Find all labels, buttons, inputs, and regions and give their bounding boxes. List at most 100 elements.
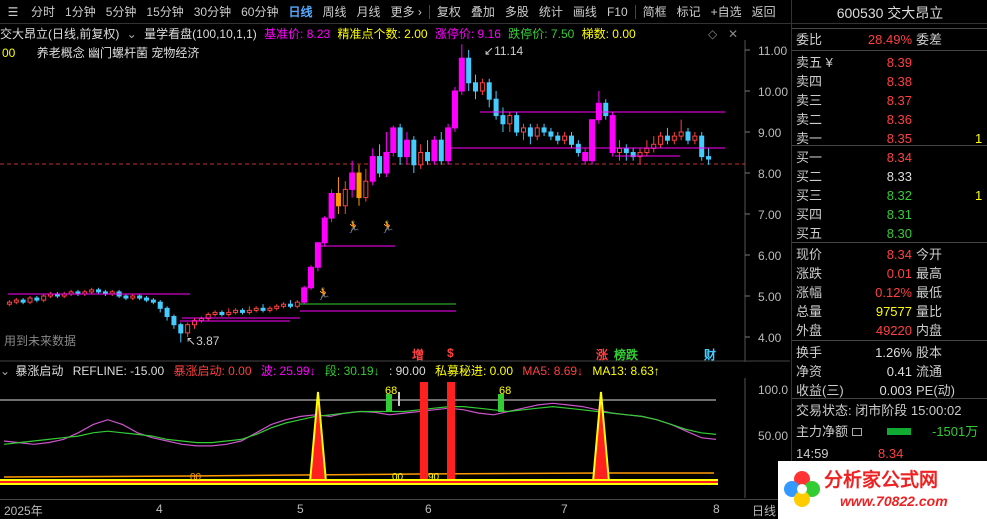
candle [260, 304, 266, 313]
quote-label: 买三 [796, 188, 823, 203]
candle [377, 144, 383, 178]
quote-extra: 1 [975, 188, 983, 203]
event-marker[interactable]: 榜跌 [614, 346, 638, 363]
stat-row: 现价 8.34 今开 [792, 245, 987, 264]
quote-panel: 600530 交大昂立 委比 28.49% 委差 卖五 ¥8.39 卖四 8.38 卖… [791, 0, 987, 519]
candle [479, 78, 485, 96]
quote-row: 买三 8.32 1 [792, 186, 987, 205]
stat-row: 换手 1.26% 股本 [792, 343, 987, 362]
stat-row: 涨跌 0.01 最高 [792, 264, 987, 283]
runner-icon: 🏃 [380, 220, 395, 234]
quote-label: 卖四 [796, 74, 823, 89]
doc-icon[interactable] [852, 428, 862, 436]
candle [6, 300, 12, 307]
diamond-icon[interactable]: ◇ [708, 27, 717, 41]
kline-chart[interactable]: 11.00 10.00 9.00 8.00 7.00 6.00 5.00 4.00 [0, 40, 790, 362]
candle [75, 289, 81, 296]
candle [226, 308, 232, 317]
quote-row: 买二 8.33 [792, 167, 987, 186]
event-marker[interactable]: 涨 [596, 346, 608, 363]
candle [609, 111, 616, 157]
toolbar-item[interactable]: 分时 [26, 2, 60, 22]
price-tick: 4.00 [758, 331, 782, 345]
toolbar-item[interactable]: 多股 [500, 2, 534, 22]
toolbar-item[interactable]: 5分钟 [101, 2, 142, 22]
candle [212, 310, 218, 317]
price-tick: 7.00 [758, 208, 782, 222]
candle [48, 291, 54, 299]
event-marker[interactable]: 财 [704, 346, 716, 363]
stat-label-2: 流通 [916, 364, 943, 379]
candle [342, 181, 348, 214]
toolbar-item[interactable]: 60分钟 [236, 2, 283, 22]
stat-row: 外盘 49220 内盘 [792, 321, 987, 340]
candle [555, 132, 561, 145]
toolbar-item[interactable]: 日线 [283, 2, 317, 22]
toolbar-item[interactable]: 30分钟 [189, 2, 236, 22]
date-tick: 6 [425, 502, 432, 516]
toolbar-item[interactable]: 月线 [352, 2, 386, 22]
date-tick: 4 [156, 502, 163, 516]
webi-value: 28.49% [867, 32, 912, 47]
toolbar-item[interactable]: 标记 [672, 2, 706, 22]
period-mode[interactable]: 日线 [752, 502, 776, 519]
candle [603, 99, 609, 120]
toolbar-item[interactable]: 复权 [432, 2, 466, 22]
quote-price: 8.32 [886, 188, 912, 203]
ladder-count: 梯数: 0.00 [581, 27, 636, 41]
candle [616, 140, 622, 161]
event-marker[interactable]: $ [447, 346, 454, 360]
segment-value: 段: 30.19↓ [324, 364, 380, 378]
quote-price: 8.34 [886, 150, 912, 165]
indicator-name[interactable]: 量学看盘(100,10,1,1) [144, 27, 257, 41]
candle [34, 296, 40, 303]
stock-code: 600530 [836, 5, 884, 21]
toolbar-item[interactable]: 15分钟 [141, 2, 188, 22]
candle [630, 148, 636, 161]
candle [425, 140, 431, 165]
candle [191, 318, 197, 329]
candle [507, 111, 513, 132]
toolbar-item[interactable]: 统计 [534, 2, 568, 22]
indicator-settings-icon[interactable]: ⌄ [0, 364, 10, 378]
candle [253, 306, 259, 313]
candle [144, 296, 150, 303]
runner-icon: 🏃 [316, 287, 331, 301]
quote-label: 卖二 [796, 112, 823, 127]
candle [198, 316, 204, 323]
candle [397, 123, 403, 165]
stock-header: 600530 交大昂立 [792, 4, 987, 23]
toolbar-item[interactable]: 画线 [568, 2, 602, 22]
indicator-chart[interactable]: 100.0 50.00 68 68 00 00 90 [0, 378, 790, 498]
toolbar-item[interactable]: +自选 [706, 2, 747, 22]
date-tick: 8 [713, 502, 720, 516]
toolbar-item[interactable]: 简框 [638, 2, 672, 22]
watermark-url: www.70822.com [840, 493, 948, 509]
private-value: 私募秘进: 0.00 [435, 364, 514, 378]
boom-spike [591, 391, 611, 483]
candle [41, 293, 47, 303]
toolbar-item[interactable]: 1分钟 [60, 2, 101, 22]
candle [692, 132, 698, 145]
blank-value: : 90.00 [388, 364, 426, 378]
event-marker[interactable]: 增 [412, 346, 424, 363]
close-icon[interactable]: ✕ [728, 27, 738, 41]
toolbar-item[interactable]: 叠加 [466, 2, 500, 22]
candle [233, 308, 239, 315]
indicator-title[interactable]: 暴涨启动 [15, 364, 63, 378]
toolbar-item[interactable]: 周线 [317, 2, 351, 22]
candle [582, 148, 589, 165]
price-tick: 6.00 [758, 249, 782, 263]
toolbar-item[interactable]: 更多 › [386, 2, 427, 22]
indicator-settings-icon[interactable]: ⌄ [127, 27, 137, 41]
candle [390, 125, 397, 157]
candle [466, 50, 472, 91]
candle [54, 291, 60, 299]
stat-label-2: 股本 [916, 345, 943, 360]
toolbar-item[interactable]: F10 [602, 2, 633, 22]
toolbar-item[interactable]: 返回 [747, 2, 781, 22]
candle [274, 304, 280, 311]
candle [706, 148, 712, 165]
menu-icon[interactable]: ☰ [0, 5, 26, 19]
candle [314, 242, 321, 272]
